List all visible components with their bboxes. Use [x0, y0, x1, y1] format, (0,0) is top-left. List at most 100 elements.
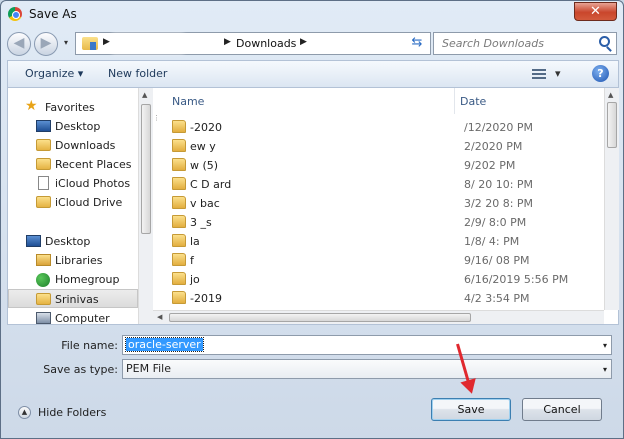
vertical-scroll-thumb[interactable] [607, 102, 617, 148]
sidebar-item-label: Libraries [55, 254, 103, 267]
file-date: 3/2 20 8: PM [464, 197, 534, 210]
save-as-dialog: Save As ✕ ◀ ▶ ▾ ▶ ▶ Downloads ▶ ▾ ⇆ Sear… [0, 0, 624, 439]
navigation-scroll-thumb[interactable] [141, 104, 151, 234]
file-name: f [190, 254, 194, 267]
file-row[interactable]: jo 6/16/2019 5:56 PM [166, 269, 606, 289]
file-name: -2019 [190, 292, 222, 305]
sidebar-item-desktop[interactable]: Desktop [8, 117, 138, 136]
sidebar-item-libraries[interactable]: Libraries [8, 251, 138, 270]
file-name: -2020 [190, 121, 222, 134]
desktop-icon [36, 120, 51, 132]
breadcrumb-downloads[interactable]: Downloads [236, 37, 296, 50]
sidebar-item-icloud-photos[interactable]: iCloud Photos [8, 174, 138, 193]
file-row[interactable]: w (5) 9/202 PM [166, 155, 606, 175]
file-row[interactable]: -2019 4/2 3:54 PM [166, 288, 606, 308]
folder-icon [172, 215, 186, 228]
folder-icon [172, 139, 186, 152]
file-row[interactable]: f 9/16/ 08 PM [166, 250, 606, 270]
sidebar-item-computer[interactable]: Computer [8, 309, 138, 324]
address-bar[interactable]: ▶ ▶ Downloads ▶ ▾ [75, 32, 463, 55]
cancel-button[interactable]: Cancel [522, 398, 602, 421]
breadcrumb-separator[interactable]: ▶ [103, 37, 110, 47]
breadcrumb-separator[interactable]: ▶ [224, 37, 231, 47]
file-date: 2/2020 PM [464, 140, 523, 153]
file-name-value[interactable]: oracle-server [125, 337, 204, 352]
sidebar-item-srinivas[interactable]: Srinivas [8, 289, 138, 308]
save-as-type-value: PEM File [126, 362, 171, 375]
refresh-button[interactable]: ⇆ [405, 32, 429, 55]
forward-button[interactable]: ▶ [34, 32, 58, 56]
annotation-arrow-icon [460, 378, 480, 396]
new-folder-button[interactable]: New folder [108, 67, 167, 80]
navigation-bar: ◀ ▶ ▾ ▶ ▶ Downloads ▶ ▾ ⇆ Search Downloa… [7, 30, 619, 58]
collapse-icon: ▲ [18, 406, 31, 419]
desktop-icon [26, 235, 41, 247]
file-row[interactable]: -2020/12/2020 PM [166, 117, 606, 137]
scroll-up-arrow-icon[interactable]: ▲ [608, 91, 613, 99]
file-name: v bac [190, 197, 220, 210]
file-row[interactable]: v bac 3/2 20 8: PM [166, 193, 606, 213]
file-name-field[interactable]: oracle-server ▾ [122, 335, 612, 355]
folder-icon [172, 253, 186, 266]
recent-locations-dropdown[interactable]: ▾ [64, 38, 68, 47]
view-dropdown[interactable]: ▾ [555, 67, 561, 80]
file-date: 4/2 3:54 PM [464, 292, 530, 305]
file-name-label: File name: [61, 339, 118, 352]
file-row[interactable]: C D ard 8/ 20 10: PM [166, 174, 606, 194]
save-button[interactable]: Save [431, 398, 511, 421]
folder-icon [172, 272, 186, 285]
search-input[interactable]: Search Downloads [433, 32, 617, 55]
computer-icon [36, 312, 51, 324]
forward-arrow-icon: ▶ [40, 35, 52, 51]
navigation-scrollbar[interactable]: ▲ [138, 88, 153, 324]
file-name-dropdown[interactable]: ▾ [603, 341, 607, 350]
scroll-left-arrow-icon[interactable]: ◀ [157, 313, 162, 321]
folder-icon [36, 139, 51, 151]
horizontal-scroll-thumb[interactable] [169, 313, 471, 322]
homegroup-icon [36, 273, 50, 287]
folder-icon [172, 234, 186, 247]
chevron-down-icon[interactable]: ▾ [603, 365, 607, 374]
search-icon[interactable] [599, 36, 610, 47]
sidebar-item-downloads[interactable]: Downloads [8, 136, 138, 155]
search-placeholder: Search Downloads [442, 37, 544, 50]
close-button[interactable]: ✕ [574, 2, 617, 21]
file-row[interactable]: 3 _s 2/9/ 8:0 PM [166, 212, 606, 232]
file-date: 9/202 PM [464, 159, 516, 172]
sidebar-item-label: iCloud Drive [55, 196, 123, 209]
file-list-horizontal-scrollbar[interactable]: ◀ [153, 310, 604, 324]
navigation-pane: ★ Favorites Desktop Downloads Recent Plac… [8, 88, 153, 324]
sidebar-item-icloud-drive[interactable]: iCloud Drive [8, 193, 138, 212]
scroll-up-arrow-icon[interactable]: ▲ [142, 91, 147, 99]
sidebar-item-label: Downloads [55, 139, 116, 152]
sidebar-item-desktop-root[interactable]: Desktop [8, 232, 138, 251]
column-divider[interactable] [454, 88, 455, 114]
folder-icon [172, 120, 186, 133]
hide-folders-toggle[interactable]: ▲ Hide Folders [18, 404, 128, 422]
user-folder-icon [36, 293, 51, 305]
back-arrow-icon: ◀ [13, 35, 25, 51]
breadcrumb-separator[interactable]: ▶ [300, 37, 307, 47]
save-as-type-select[interactable]: PEM File ▾ [122, 359, 612, 379]
file-row[interactable]: la 1/8/ 4: PM [166, 231, 606, 251]
command-bar: Organize ▾ New folder ▾ ? [7, 60, 619, 87]
organize-button[interactable]: Organize ▾ [25, 67, 83, 80]
folder-icon [36, 196, 51, 208]
window-title: Save As [29, 7, 77, 21]
file-name: jo [190, 273, 200, 286]
redacted-breadcrumb [112, 34, 184, 53]
pane-resize-grip-icon[interactable]: ⋮ [153, 114, 160, 122]
sidebar-item-favorites[interactable]: ★ Favorites [8, 98, 138, 117]
file-name: 3 _s [190, 216, 212, 229]
help-icon[interactable]: ? [592, 65, 609, 82]
sidebar-item-homegroup[interactable]: Homegroup [8, 270, 138, 289]
back-button[interactable]: ◀ [7, 32, 31, 56]
save-as-type-label: Save as type: [43, 363, 118, 376]
file-list-vertical-scrollbar[interactable]: ▲ [604, 88, 619, 310]
sidebar-item-recent-places[interactable]: Recent Places [8, 155, 138, 174]
file-date: 8/ 20 10: PM [464, 178, 534, 191]
sidebar-item-label: Homegroup [55, 273, 120, 286]
file-row[interactable]: ew y 2/2020 PM [166, 136, 606, 156]
view-options-icon[interactable] [532, 69, 546, 79]
file-date: 1/8/ 4: PM [464, 235, 520, 248]
